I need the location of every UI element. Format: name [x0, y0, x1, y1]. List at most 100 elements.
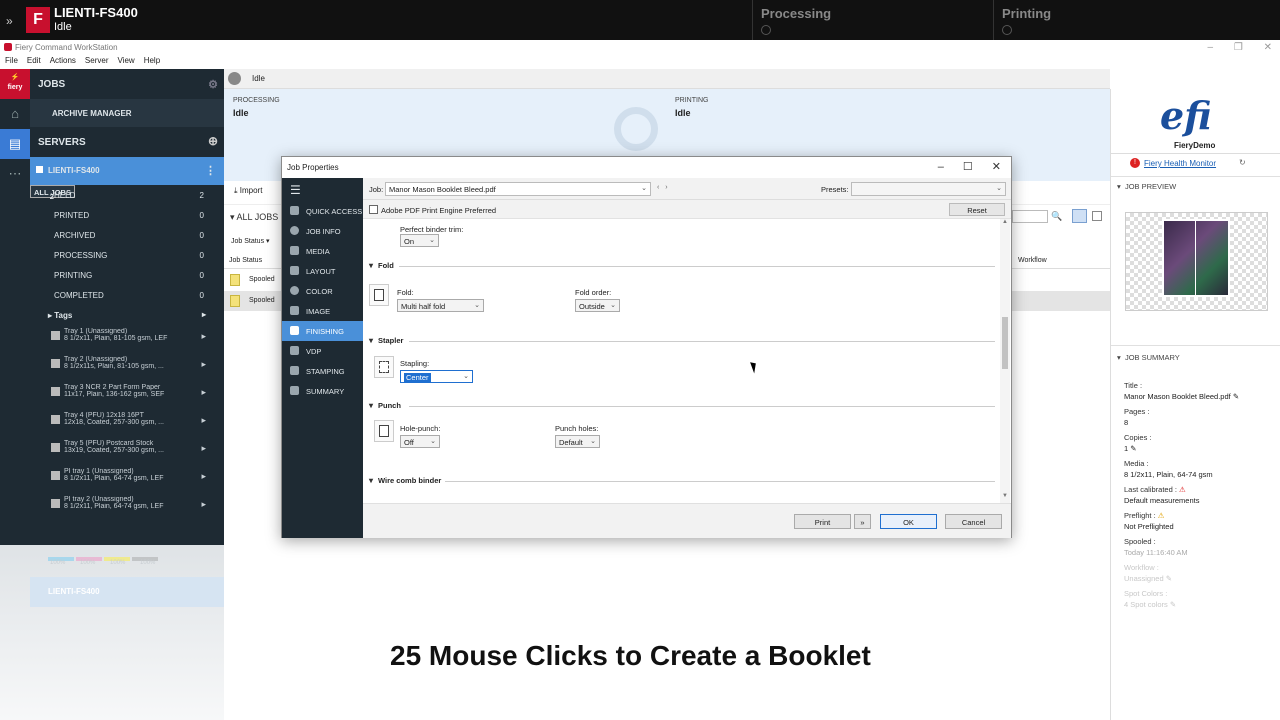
health-monitor-link[interactable]: ! Fiery Health Monitor ↻	[1130, 158, 1246, 168]
tray-item[interactable]: Tray 1 (Unassigned) 8 1/2x11, Plain, 81-1…	[30, 325, 224, 353]
grid-view-icon[interactable]	[1092, 211, 1102, 221]
nav-job-info[interactable]: JOB INFO	[282, 221, 363, 241]
jobs-center-icon[interactable]: ▤	[0, 129, 30, 159]
edit-icon[interactable]: ✎	[1166, 574, 1172, 583]
tray-desc: 8 1/2x11s, Plain, 81-105 gsm, ...	[64, 363, 164, 370]
nav-finishing[interactable]: FINISHING	[282, 321, 363, 341]
page-icon	[379, 425, 389, 437]
tray-item[interactable]: Tray 4 (PFU) 12x18 16PT 12x18, Coated, 25…	[30, 409, 224, 437]
add-server-icon[interactable]: ⊕	[208, 134, 218, 148]
queue-completed[interactable]: COMPLETED 0	[30, 285, 224, 305]
menu-view[interactable]: View	[117, 56, 134, 65]
refresh-icon[interactable]: ↻	[1239, 158, 1246, 167]
print-button[interactable]: Print	[794, 514, 851, 529]
ok-button[interactable]: OK	[880, 514, 937, 529]
server-item[interactable]: LIENTI-FS400 ⋮	[30, 157, 224, 185]
tray-icon	[51, 387, 60, 396]
import-button[interactable]: ⤓ Import	[234, 186, 262, 196]
col-workflow[interactable]: Workflow	[1018, 257, 1047, 264]
job-prev-next[interactable]: ‹ ›	[657, 184, 668, 191]
menu-server[interactable]: Server	[85, 56, 109, 65]
queue-printed[interactable]: PRINTED 0	[30, 205, 224, 225]
menu-file[interactable]: File	[5, 56, 18, 65]
dialog-title: Job Properties	[287, 163, 339, 172]
search-input[interactable]	[1012, 210, 1048, 223]
dialog-window-controls[interactable]: – ☐ ✕	[938, 160, 1001, 173]
stapling-label: Stapling:	[400, 359, 430, 368]
search-icon[interactable]: 🔍	[1051, 211, 1062, 222]
job-preview-heading[interactable]: ▾ JOB PREVIEW	[1117, 182, 1176, 191]
presets-select[interactable]: ⌄	[851, 182, 1006, 196]
queue-held[interactable]: HELD 2	[30, 185, 224, 205]
hole-punch-select[interactable]: Off ⌄	[400, 435, 440, 448]
cancel-button[interactable]: Cancel	[945, 514, 1002, 529]
reset-button[interactable]: Reset	[949, 203, 1005, 216]
nav-image[interactable]: IMAGE	[282, 301, 363, 321]
scrollbar-thumb[interactable]	[1002, 317, 1008, 369]
tray-item[interactable]: Tray 3 NCR 2 Part Form Paper 11x17, Plain…	[30, 381, 224, 409]
title-value[interactable]: Manor Mason Booklet Bleed.pdf ✎	[1124, 392, 1239, 401]
stapling-select[interactable]: Center ⌄	[400, 370, 473, 383]
fold-order-select[interactable]: Outside ⌄	[575, 299, 620, 312]
chevron-right-icon: ▸	[201, 443, 206, 453]
edit-icon[interactable]: ✎	[1170, 600, 1176, 609]
queue-printing[interactable]: PRINTING 0	[30, 265, 224, 285]
nav-color[interactable]: COLOR	[282, 281, 363, 301]
nav-layout[interactable]: LAYOUT	[282, 261, 363, 281]
job-preview-thumbnail[interactable]	[1125, 212, 1268, 311]
col-job-status[interactable]: Job Status	[229, 257, 262, 264]
bell-icon: ⚠	[1157, 511, 1165, 520]
menu-edit[interactable]: Edit	[27, 56, 41, 65]
processing-queue-indicator[interactable]: Processing	[752, 0, 992, 40]
job-select[interactable]: Manor Mason Booklet Bleed.pdf ⌄	[385, 182, 651, 196]
printing-queue-indicator[interactable]: Printing	[993, 0, 1280, 40]
nav-stamping[interactable]: STAMPING	[282, 361, 363, 381]
scroll-down-icon[interactable]: ▼	[1002, 493, 1008, 499]
apps-grid-icon[interactable]: ⋯	[0, 159, 30, 189]
pdf-engine-checkbox[interactable]	[369, 205, 378, 214]
menu-help[interactable]: Help	[144, 56, 160, 65]
health-monitor-label: Fiery Health Monitor	[1144, 159, 1217, 168]
nav-media[interactable]: MEDIA	[282, 241, 363, 261]
job-summary-heading[interactable]: ▾ JOB SUMMARY	[1117, 353, 1180, 362]
queue-archived[interactable]: ARCHIVED 0	[30, 225, 224, 245]
fold-select[interactable]: Multi half fold ⌄	[397, 299, 484, 312]
print-options-chevron-icon[interactable]: »	[854, 514, 871, 529]
queue-processing[interactable]: PROCESSING 0	[30, 245, 224, 265]
punch-holes-select[interactable]: Default ⌄	[555, 435, 600, 448]
edit-icon[interactable]: ✎	[1130, 444, 1136, 453]
punch-section[interactable]: Punch	[369, 401, 401, 410]
nav-label: COLOR	[306, 287, 333, 296]
gear-icon[interactable]: ⚙	[208, 78, 218, 91]
icon-rail: ⚡ fiery ⌂ ▤ ⋯	[0, 69, 30, 545]
stapler-section[interactable]: Stapler	[369, 336, 403, 345]
tray-item[interactable]: PI tray 2 (Unassigned) 8 1/2x11, Plain, 6…	[30, 493, 224, 521]
tray-item[interactable]: Tray 2 (Unassigned) 8 1/2x11s, Plain, 81-…	[30, 353, 224, 381]
archive-manager-item[interactable]: ARCHIVE MANAGER	[30, 99, 224, 127]
job-status-filter[interactable]: Job Status ▾	[231, 237, 270, 245]
edit-icon[interactable]: ✎	[1233, 392, 1239, 401]
hamburger-icon[interactable]: ☰	[290, 183, 301, 197]
tray-name: Tray 2 (Unassigned)	[64, 356, 128, 363]
scrollbar[interactable]: ▲ ▼	[1000, 219, 1010, 503]
window-controls[interactable]: – ❐ ✕	[1208, 42, 1272, 53]
perfect-binder-trim-select[interactable]: On ⌄	[400, 234, 439, 247]
copies-value[interactable]: 1 ✎	[1124, 444, 1137, 453]
spinner-icon	[761, 25, 771, 35]
list-view-icon[interactable]	[1072, 209, 1087, 223]
home-icon[interactable]: ⌂	[0, 99, 30, 129]
tray-item[interactable]: Tray 5 (PFU) Postcard Stock 13x19, Coated…	[30, 437, 224, 465]
tray-item[interactable]: PI tray 1 (Unassigned) 8 1/2x11, Plain, 6…	[30, 465, 224, 493]
nav-quick-access[interactable]: QUICK ACCESS	[282, 201, 363, 221]
nav-summary[interactable]: SUMMARY	[282, 381, 363, 401]
more-options-icon[interactable]: ⋮	[205, 164, 216, 177]
double-chevron-right-icon[interactable]: »	[6, 14, 13, 28]
scroll-up-icon[interactable]: ▲	[1002, 219, 1008, 225]
tags-item[interactable]: ▸ Tags ▸	[30, 305, 224, 325]
wire-comb-binder-section[interactable]: Wire comb binder	[369, 476, 441, 485]
menu-actions[interactable]: Actions	[50, 56, 76, 65]
tray-name: Tray 3 NCR 2 Part Form Paper	[64, 384, 161, 391]
nav-vdp[interactable]: VDP	[282, 341, 363, 361]
fold-section[interactable]: Fold	[369, 261, 394, 270]
calibrated-label: Last calibrated : ⚠	[1124, 485, 1186, 494]
